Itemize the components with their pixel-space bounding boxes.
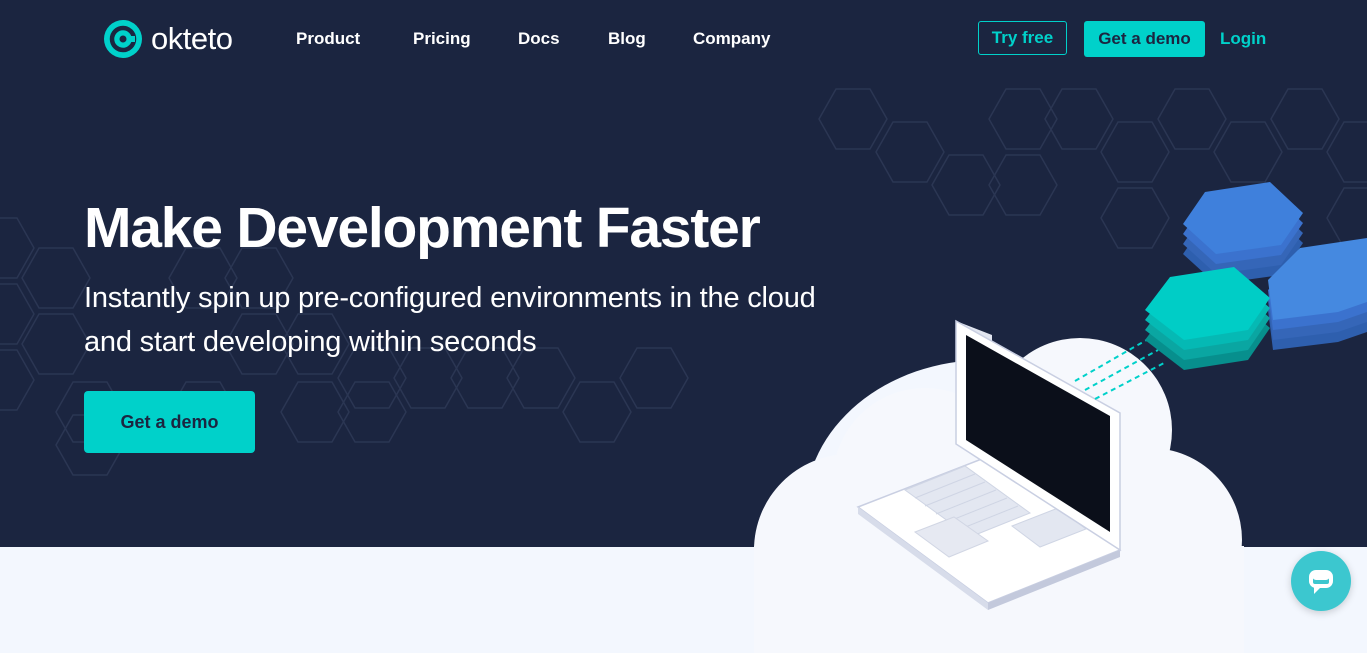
nav-blog[interactable]: Blog	[608, 28, 646, 50]
nav-docs[interactable]: Docs	[518, 28, 560, 50]
chat-bubble-icon	[1309, 570, 1333, 594]
try-free-button[interactable]: Try free	[978, 21, 1067, 55]
okteto-logo-icon	[104, 20, 142, 58]
nav-company[interactable]: Company	[693, 28, 770, 50]
hero-headline: Make Development Faster	[84, 196, 761, 260]
hero-subheadline: Instantly spin up pre-configured environ…	[84, 282, 816, 358]
nav-product[interactable]: Product	[296, 28, 360, 50]
login-link[interactable]: Login	[1220, 28, 1266, 50]
laptop-cloud-illustration	[754, 182, 1367, 653]
teal-hex-stack	[1145, 267, 1270, 370]
brand-logo[interactable]: okteto	[103, 19, 233, 59]
chat-widget-button[interactable]	[1291, 551, 1351, 611]
top-navigation: okteto Product Pricing Docs Blog Company…	[0, 0, 1367, 80]
brand-name: okteto	[151, 21, 233, 56]
hero-get-demo-button[interactable]: Get a demo	[84, 391, 255, 453]
nav-get-demo-button[interactable]: Get a demo	[1084, 21, 1205, 57]
nav-pricing[interactable]: Pricing	[413, 28, 471, 50]
